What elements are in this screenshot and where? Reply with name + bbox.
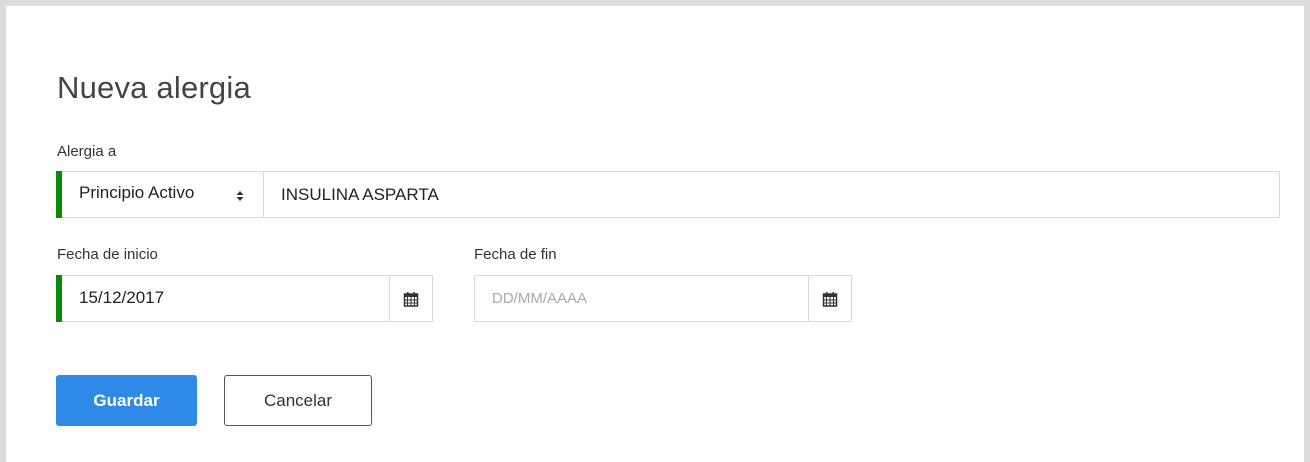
allergy-type-select[interactable]: Principio Activo xyxy=(56,171,263,218)
sort-icon xyxy=(236,191,244,201)
valid-indicator xyxy=(56,171,62,218)
start-date-field[interactable]: 15/12/2017 xyxy=(56,275,433,322)
page-title: Nueva alergia xyxy=(57,70,251,105)
end-date-calendar-button[interactable] xyxy=(808,276,851,321)
allergy-label: Alergia a xyxy=(57,143,117,160)
end-date-field[interactable]: DD/MM/AAAA xyxy=(474,275,852,322)
end-date-label: Fecha de fin xyxy=(474,246,557,263)
start-date-label: Fecha de inicio xyxy=(57,246,158,263)
save-button[interactable]: Guardar xyxy=(56,375,197,426)
calendar-icon xyxy=(822,291,838,307)
valid-indicator xyxy=(56,275,62,322)
allergen-input[interactable]: INSULINA ASPARTA xyxy=(263,171,1280,218)
cancel-button[interactable]: Cancelar xyxy=(224,375,372,426)
start-date-calendar-button[interactable] xyxy=(389,276,432,321)
end-date-placeholder: DD/MM/AAAA xyxy=(492,290,588,307)
allergy-type-selected: Principio Activo xyxy=(79,183,195,202)
start-date-value: 15/12/2017 xyxy=(79,288,165,307)
calendar-icon xyxy=(403,291,419,307)
